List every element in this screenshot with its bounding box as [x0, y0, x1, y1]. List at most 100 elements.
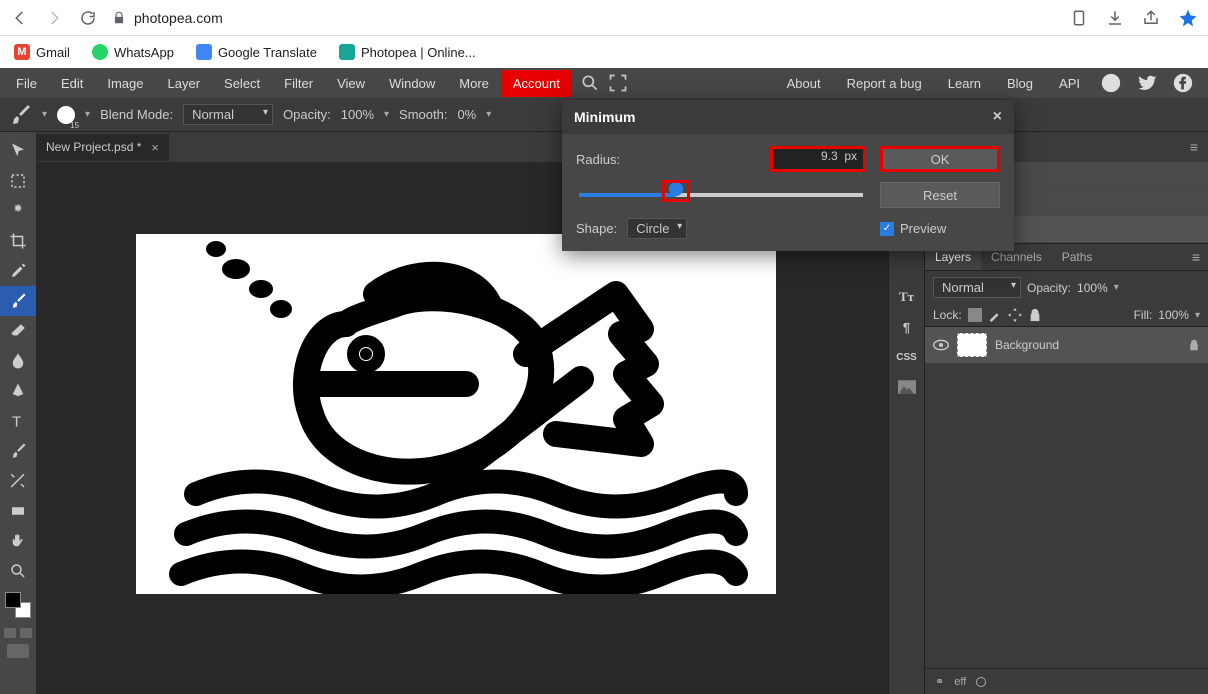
menu-api[interactable]: API: [1053, 70, 1086, 97]
bookmark-photopea[interactable]: Photopea | Online...: [339, 44, 476, 60]
brush-preview[interactable]: [57, 106, 75, 124]
dialog-header[interactable]: Minimum ×: [562, 100, 1014, 134]
shape-select[interactable]: Circle: [627, 218, 687, 239]
hand-tool[interactable]: [0, 526, 36, 556]
back-button[interactable]: [10, 8, 30, 28]
crop-tool[interactable]: [0, 226, 36, 256]
document-tab[interactable]: New Project.psd * ×: [36, 134, 169, 161]
star-icon[interactable]: [1178, 8, 1198, 28]
menu-account[interactable]: Account: [501, 70, 572, 97]
menu-layer[interactable]: Layer: [156, 70, 213, 97]
tool-caret[interactable]: ▾: [42, 109, 47, 120]
eraser-tool[interactable]: [0, 316, 36, 346]
bookmark-gmail[interactable]: MGmail: [14, 44, 70, 60]
dialog-title: Minimum: [574, 109, 635, 125]
color-swatches[interactable]: [5, 592, 31, 618]
path-tool[interactable]: [0, 466, 36, 496]
canvas[interactable]: [136, 234, 776, 594]
paragraph-panel-icon[interactable]: ¶: [889, 312, 924, 342]
css-panel-icon[interactable]: CSS: [889, 342, 924, 372]
heal-tool[interactable]: [0, 436, 36, 466]
layer-row[interactable]: Background: [925, 326, 1208, 363]
lock-brush-icon[interactable]: [988, 308, 1002, 322]
layer-thumbnail: [957, 333, 987, 357]
lock-move-icon[interactable]: [1008, 308, 1022, 322]
address-bar[interactable]: photopea.com: [112, 10, 223, 26]
menu-filter[interactable]: Filter: [272, 70, 325, 97]
install-icon[interactable]: [1106, 9, 1124, 27]
wand-tool[interactable]: [0, 196, 36, 226]
fx-label[interactable]: eff: [954, 676, 966, 688]
reset-button[interactable]: Reset: [880, 182, 1000, 208]
shape-tool[interactable]: [0, 496, 36, 526]
layer-opacity-value[interactable]: 100%: [1077, 281, 1108, 295]
layer-opacity-label: Opacity:: [1027, 281, 1071, 295]
share-icon[interactable]: [1142, 9, 1160, 27]
panel-menu-icon[interactable]: ≡: [1190, 139, 1198, 155]
smooth-value[interactable]: 0%: [457, 107, 476, 122]
marquee-tool[interactable]: [0, 166, 36, 196]
quick-mask[interactable]: [0, 628, 36, 638]
lock-trans-icon[interactable]: [968, 308, 982, 322]
menu-blog[interactable]: Blog: [1001, 70, 1039, 97]
browser-toolbar: photopea.com: [0, 0, 1208, 36]
brush-icon: [8, 103, 32, 127]
fill-value[interactable]: 100%: [1158, 308, 1189, 322]
lock-all-icon[interactable]: [1028, 308, 1042, 322]
preview-checkbox[interactable]: ✓: [880, 222, 894, 236]
move-tool[interactable]: [0, 136, 36, 166]
layer-blend-select[interactable]: Normal: [933, 277, 1021, 298]
brush-tool[interactable]: [0, 286, 36, 316]
lock-row: Lock: Fill: 100% ▾: [925, 304, 1208, 326]
menu-report[interactable]: Report a bug: [841, 70, 928, 97]
bookmark-translate[interactable]: Google Translate: [196, 44, 317, 60]
reddit-icon[interactable]: [1100, 72, 1122, 94]
close-icon[interactable]: ×: [993, 108, 1002, 126]
clipboard-icon[interactable]: [1070, 9, 1088, 27]
ok-button[interactable]: OK: [880, 146, 1000, 172]
menu-edit[interactable]: Edit: [49, 70, 95, 97]
menu-window[interactable]: Window: [377, 70, 447, 97]
reload-button[interactable]: [78, 8, 98, 28]
menu-select[interactable]: Select: [212, 70, 272, 97]
type-tool[interactable]: T: [0, 406, 36, 436]
svg-text:T: T: [12, 413, 21, 430]
menu-file[interactable]: File: [4, 70, 49, 97]
radius-label: Radius:: [576, 152, 620, 167]
keyboard-icon[interactable]: [7, 644, 29, 658]
lock-icon: [1188, 339, 1200, 351]
eyedropper-tool[interactable]: [0, 256, 36, 286]
pen-tool[interactable]: [0, 376, 36, 406]
search-icon[interactable]: [580, 73, 600, 93]
mask-icon[interactable]: [976, 677, 986, 687]
blend-mode-select[interactable]: Normal: [183, 104, 273, 125]
menu-bar: File Edit Image Layer Select Filter View…: [0, 68, 1208, 98]
visibility-icon[interactable]: [933, 339, 949, 351]
opacity-value[interactable]: 100%: [341, 107, 374, 122]
layer-name: Background: [995, 338, 1059, 352]
zoom-tool[interactable]: [0, 556, 36, 586]
lock-icon: [112, 11, 126, 25]
facebook-icon[interactable]: [1172, 72, 1194, 94]
radius-input[interactable]: 9.3 px: [770, 146, 866, 172]
twitter-icon[interactable]: [1136, 72, 1158, 94]
image-panel-icon[interactable]: [889, 372, 924, 402]
menu-view[interactable]: View: [325, 70, 377, 97]
smooth-label: Smooth:: [399, 107, 447, 122]
fill-label: Fill:: [1134, 308, 1153, 322]
link-icon[interactable]: ⚭: [935, 675, 944, 688]
bookmark-whatsapp[interactable]: WhatsApp: [92, 44, 174, 60]
panel-menu-icon[interactable]: ≡: [1192, 249, 1208, 265]
fullscreen-icon[interactable]: [608, 73, 628, 93]
radius-slider[interactable]: [576, 185, 866, 205]
tab-close-icon[interactable]: ×: [151, 140, 159, 155]
character-panel-icon[interactable]: Tᴛ: [889, 282, 924, 312]
menu-learn[interactable]: Learn: [942, 70, 987, 97]
forward-button[interactable]: [44, 8, 64, 28]
tab-paths[interactable]: Paths: [1052, 244, 1103, 270]
slider-highlight: [662, 180, 690, 202]
menu-about[interactable]: About: [781, 70, 827, 97]
menu-image[interactable]: Image: [95, 70, 155, 97]
menu-more[interactable]: More: [447, 70, 501, 97]
blur-tool[interactable]: [0, 346, 36, 376]
